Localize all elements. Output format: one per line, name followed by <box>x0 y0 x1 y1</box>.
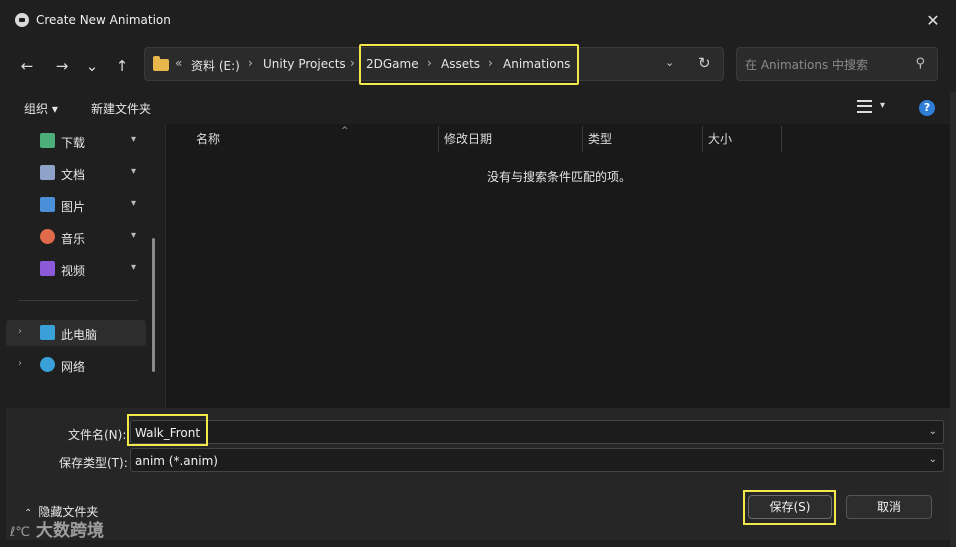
navigation-pane: 下载 ▾ 文档 ▾ 图片 ▾ 音乐 ▾ 视频 ▾ › 此电脑 › 网络 <box>6 124 164 408</box>
search-box[interactable]: ⚲ <box>736 47 938 81</box>
breadcrumb-2dgame[interactable]: 2DGame <box>366 57 419 71</box>
watermark-logo: ℓ℃ <box>10 525 30 540</box>
filetype-label: 保存类型(T): <box>59 456 128 470</box>
up-arrow-icon[interactable]: ↑ <box>110 54 134 78</box>
pictures-icon <box>40 197 55 212</box>
column-header-size[interactable]: 大小 <box>708 130 732 152</box>
network-icon <box>40 357 55 372</box>
breadcrumb-separator-icon[interactable]: › <box>350 56 355 70</box>
document-icon <box>40 165 55 180</box>
empty-folder-message: 没有与搜索条件匹配的项。 <box>487 170 632 184</box>
filename-label: 文件名(N): <box>68 428 127 442</box>
computer-icon <box>40 325 55 340</box>
breadcrumb-unity-projects[interactable]: Unity Projects <box>263 57 346 71</box>
sidebar-item-label: 网络 <box>61 360 86 374</box>
unity-app-icon <box>15 13 29 27</box>
cancel-button[interactable]: 取消 <box>846 495 932 519</box>
sidebar-item-label: 下载 <box>61 136 86 150</box>
sidebar-divider <box>18 300 138 301</box>
forward-arrow-icon[interactable]: → <box>50 54 74 78</box>
save-button[interactable]: 保存(S) <box>748 495 832 519</box>
recent-locations-chevron-icon[interactable]: ⌄ <box>80 54 104 78</box>
search-icon[interactable]: ⚲ <box>915 56 925 71</box>
breadcrumb-assets[interactable]: Assets <box>441 57 480 71</box>
save-form: 文件名(N): Walk_Front ⌄ 保存类型(T): anim (*.an… <box>6 408 950 540</box>
video-icon <box>40 261 55 276</box>
view-options-chevron-icon[interactable]: ▾ <box>880 100 885 111</box>
column-divider[interactable] <box>781 126 782 152</box>
window-title: Create New Animation <box>36 13 171 27</box>
sidebar-item-this-pc[interactable]: › 此电脑 <box>6 320 146 346</box>
filename-value[interactable]: Walk_Front <box>135 426 200 440</box>
sidebar-scrollbar[interactable] <box>152 238 155 372</box>
sidebar-item-label: 图片 <box>61 200 86 214</box>
pin-icon[interactable]: ▾ <box>131 166 136 177</box>
background-window-edge <box>950 92 956 547</box>
pin-icon[interactable]: ▾ <box>131 198 136 209</box>
back-arrow-icon[interactable]: ← <box>15 54 39 78</box>
sort-caret-icon: ^ <box>341 126 349 136</box>
filetype-select[interactable]: anim (*.anim) ⌄ <box>130 448 944 472</box>
breadcrumb-separator-icon[interactable]: › <box>248 56 253 70</box>
column-header-label: 名称 <box>196 132 221 146</box>
column-divider[interactable] <box>582 126 583 152</box>
breadcrumb-drive[interactable]: 资料 (E:) <box>191 57 240 74</box>
pin-icon[interactable]: ▾ <box>131 262 136 273</box>
expand-chevron-icon[interactable]: › <box>18 358 22 369</box>
pin-icon[interactable]: ▾ <box>131 230 136 241</box>
filetype-value[interactable]: anim (*.anim) <box>135 454 218 468</box>
navigation-bar: ← → ⌄ ↑ « 资料 (E:) › Unity Projects › 2DG… <box>0 42 956 90</box>
sidebar-item-documents[interactable]: 文档 ▾ <box>6 160 146 186</box>
column-header-name[interactable]: ^ 名称 <box>196 126 349 152</box>
download-icon <box>40 133 55 148</box>
folder-icon <box>153 56 169 71</box>
breadcrumb-separator-icon[interactable]: › <box>427 56 432 70</box>
command-toolbar: 组织 ▾ 新建文件夹 ▾ ? <box>0 92 956 124</box>
filetype-chevron-icon[interactable]: ⌄ <box>929 454 937 465</box>
sidebar-item-downloads[interactable]: 下载 ▾ <box>6 128 146 154</box>
expand-chevron-icon[interactable]: › <box>18 326 22 337</box>
address-bar[interactable]: « 资料 (E:) › Unity Projects › 2DGame › As… <box>144 47 724 81</box>
filename-field[interactable]: Walk_Front ⌄ <box>130 420 944 444</box>
breadcrumb-overflow-icon[interactable]: « <box>175 56 182 70</box>
watermark: ℓ℃ 大数跨境 <box>10 516 104 541</box>
organize-button[interactable]: 组织 ▾ <box>24 100 58 117</box>
refresh-icon[interactable]: ↻ <box>698 54 711 72</box>
close-icon[interactable]: ✕ <box>922 10 944 32</box>
view-options-icon[interactable] <box>857 100 872 113</box>
file-list: ^ 名称 修改日期 类型 大小 没有与搜索条件匹配的项。 <box>165 124 950 408</box>
pin-icon[interactable]: ▾ <box>131 134 136 145</box>
address-history-chevron-icon[interactable]: ⌄ <box>665 56 674 69</box>
music-icon <box>40 229 55 244</box>
sidebar-item-videos[interactable]: 视频 ▾ <box>6 256 146 282</box>
title-bar: Create New Animation ✕ <box>0 0 956 42</box>
column-header-date-modified[interactable]: 修改日期 <box>444 130 492 152</box>
sidebar-item-network[interactable]: › 网络 <box>6 352 146 378</box>
column-divider[interactable] <box>438 126 439 152</box>
sidebar-item-pictures[interactable]: 图片 ▾ <box>6 192 146 218</box>
sidebar-item-label: 音乐 <box>61 232 86 246</box>
new-folder-button[interactable]: 新建文件夹 <box>91 100 151 117</box>
watermark-text: 大数跨境 <box>35 521 104 541</box>
breadcrumb-separator-icon[interactable]: › <box>488 56 493 70</box>
sidebar-item-label: 文档 <box>61 168 86 182</box>
sidebar-item-label: 此电脑 <box>61 328 98 342</box>
sidebar-item-music[interactable]: 音乐 ▾ <box>6 224 146 250</box>
filename-history-chevron-icon[interactable]: ⌄ <box>929 426 937 437</box>
search-input[interactable] <box>745 56 905 74</box>
breadcrumb-animations[interactable]: Animations <box>503 57 570 71</box>
sidebar-item-label: 视频 <box>61 264 86 278</box>
column-header-type[interactable]: 类型 <box>588 130 612 152</box>
help-icon[interactable]: ? <box>919 100 935 116</box>
column-divider[interactable] <box>702 126 703 152</box>
